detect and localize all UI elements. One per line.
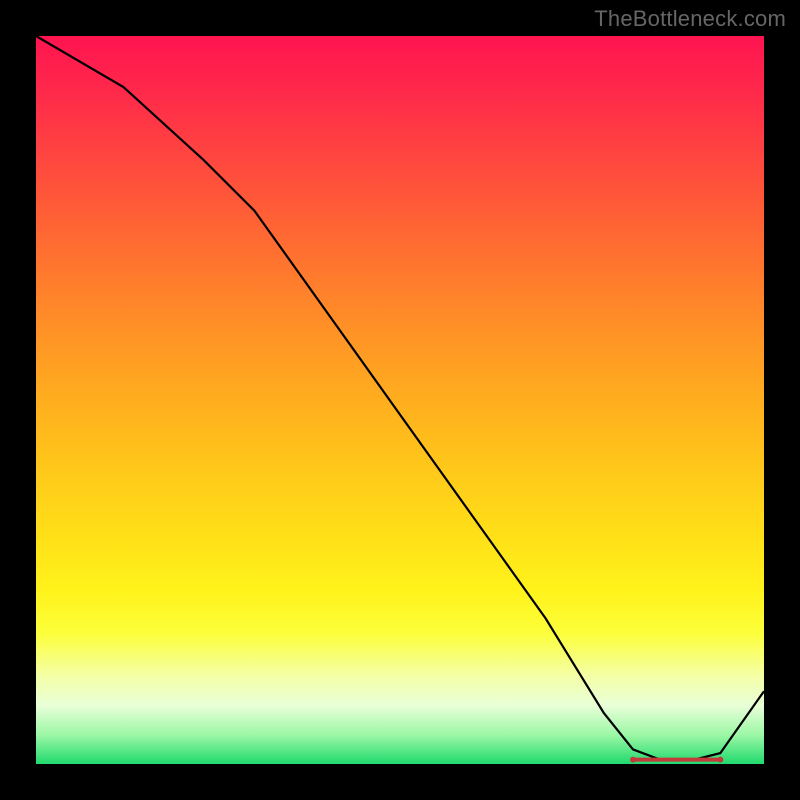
chart-frame: TheBottleneck.com	[0, 0, 800, 800]
highlight-dot	[630, 757, 636, 763]
plot-area	[36, 36, 764, 764]
curve-path	[36, 36, 764, 760]
highlight-dot	[717, 757, 723, 763]
chart-svg	[36, 36, 764, 764]
watermark-label: TheBottleneck.com	[594, 6, 786, 32]
